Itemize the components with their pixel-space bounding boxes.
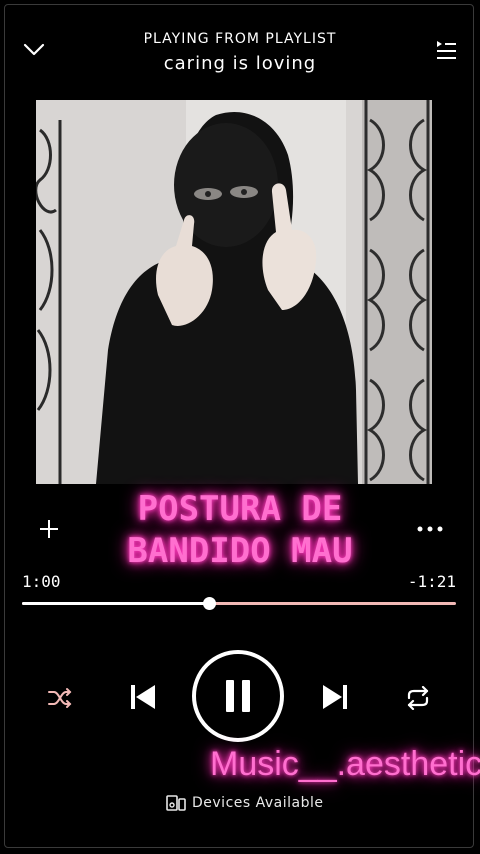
playing-from-label: PLAYING FROM PLAYLIST: [143, 31, 337, 47]
skip-next-icon: [323, 685, 347, 709]
repeat-button[interactable]: [402, 682, 434, 714]
pause-icon: [226, 680, 250, 712]
track-title-line-1: POSTURA DE: [137, 489, 343, 529]
track-title: POSTURA DE BANDIDO MAU: [0, 488, 480, 572]
next-button[interactable]: [316, 678, 354, 716]
watermark-text: Music__.aesthetic: [210, 745, 480, 783]
devices-icon: [166, 795, 186, 811]
previous-button[interactable]: [124, 678, 162, 716]
skip-previous-icon: [131, 685, 155, 709]
repeat-icon: [407, 686, 429, 710]
devices-available-button[interactable]: Devices Available: [166, 793, 324, 813]
queue-icon[interactable]: [432, 36, 460, 64]
header: PLAYING FROM PLAYLIST caring is loving: [0, 0, 480, 90]
elapsed-time: 1:00: [22, 572, 61, 591]
remaining-time: -1:21: [407, 572, 456, 591]
shuffle-button[interactable]: [44, 682, 76, 714]
more-options-button[interactable]: [412, 514, 448, 544]
progress-fill: [22, 602, 209, 605]
album-cover: [36, 100, 432, 484]
more-horizontal-icon: [417, 526, 443, 532]
progress-thumb[interactable]: [202, 597, 216, 610]
playlist-name[interactable]: caring is loving: [0, 53, 480, 74]
shuffle-icon: [48, 688, 72, 708]
track-title-line-2: BANDIDO MAU: [127, 531, 353, 571]
pause-button[interactable]: [192, 650, 284, 742]
devices-available-label: Devices Available: [192, 795, 324, 811]
progress-bar[interactable]: [22, 597, 456, 610]
